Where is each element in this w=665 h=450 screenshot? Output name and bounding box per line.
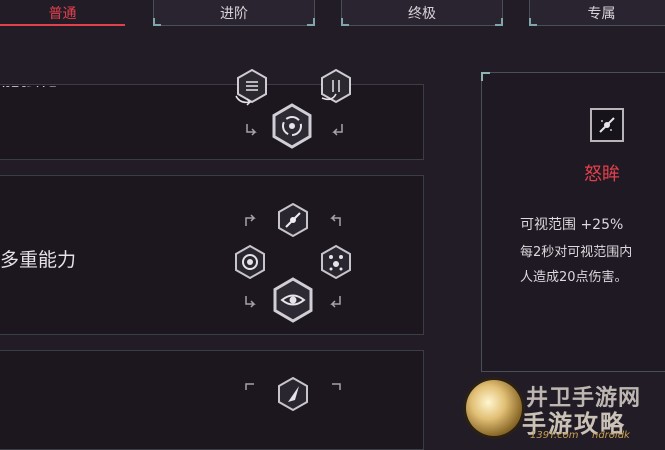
tab-advanced[interactable]: 进阶 [153,0,315,26]
tab-normal-label: 普通 [48,6,77,22]
skill-row-upgrade[interactable] [0,84,424,160]
tab-exclusive[interactable]: 专属 [529,0,665,26]
skill-stat-desc-1: 每2秒对可视范围内 [520,245,633,260]
watermark-url-2: ndroidk [592,430,630,441]
tab-exclusive-label: 专属 [587,5,616,22]
tab-ultimate[interactable]: 终极 [341,0,503,26]
skill-row-third[interactable] [0,350,424,450]
skill-stat-range: 可视范围 +25% [520,217,624,233]
skill-stat-desc-2: 人造成20点伤害。 [520,270,628,285]
watermark-url: 139Y.com [530,430,579,441]
skill-row-upgrade-label: 技能强化 [0,68,59,90]
angry-eye-icon [590,108,624,142]
tab-advanced-label: 进阶 [220,5,248,22]
skill-row-multi-label: 多重能力 [0,249,77,271]
tab-normal[interactable]: 普通 [0,0,125,26]
tab-ultimate-label: 终极 [408,5,436,22]
watermark-logo [466,380,522,436]
active-tab-indicator [0,24,125,26]
skill-detail-title: 怒眸 [584,164,620,185]
